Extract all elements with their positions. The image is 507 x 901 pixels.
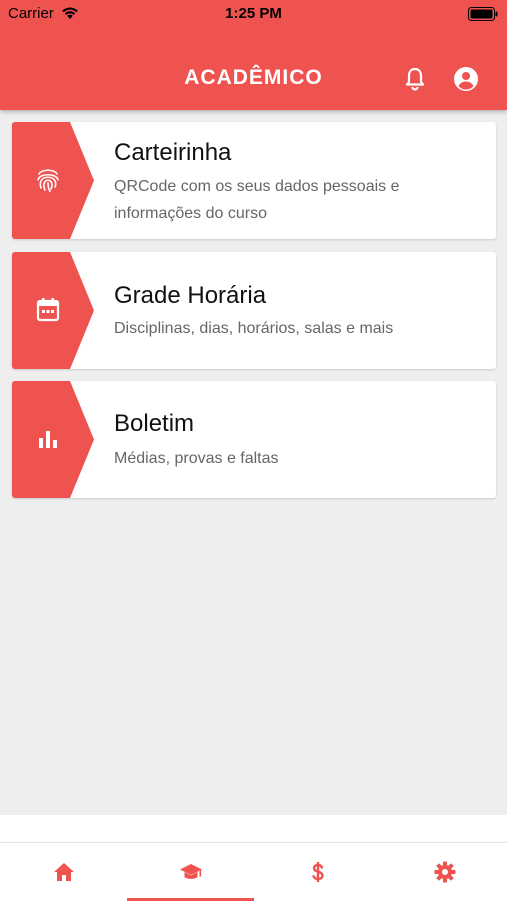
content-bottom-area	[0, 815, 507, 842]
tab-configuracoes[interactable]	[381, 843, 507, 901]
card-description: Médias, provas e faltas	[114, 450, 279, 467]
bar-chart-icon	[39, 431, 57, 448]
bell-icon[interactable]	[403, 66, 427, 92]
battery-icon	[468, 7, 498, 21]
graduation-cap-icon	[179, 864, 202, 879]
gear-icon	[434, 861, 455, 883]
card-carteirinha[interactable]: Carteirinha QRCode com os seus dados pes…	[12, 122, 496, 239]
card-description: QRCode com os seus dados pessoais e info…	[114, 178, 400, 222]
dollar-icon	[311, 862, 324, 882]
page-title: ACADÊMICO	[184, 66, 323, 89]
fingerprint-icon	[37, 169, 59, 193]
home-icon	[53, 863, 74, 881]
account-circle-icon[interactable]	[453, 66, 479, 92]
card-title: Boletim	[114, 410, 195, 437]
tab-financeiro[interactable]	[254, 843, 381, 901]
tab-home[interactable]	[0, 843, 127, 901]
tab-academico[interactable]	[127, 843, 254, 901]
card-description: Disciplinas, dias, horários, salas e mai…	[114, 320, 394, 337]
card-title: Grade Horária	[114, 282, 267, 309]
clock: 1:25 PM	[225, 5, 282, 22]
app-header: Carrier 1:25 PM ACADÊMICO	[0, 0, 507, 110]
bottom-navigation	[0, 842, 507, 901]
calendar-icon	[36, 298, 60, 322]
status-bar: Carrier 1:25 PM	[0, 0, 507, 28]
card-boletim[interactable]: Boletim Médias, provas e faltas	[12, 381, 496, 498]
card-title: Carteirinha	[114, 139, 232, 166]
card-grade-horaria[interactable]: Grade Horária Disciplinas, dias, horário…	[12, 252, 496, 369]
